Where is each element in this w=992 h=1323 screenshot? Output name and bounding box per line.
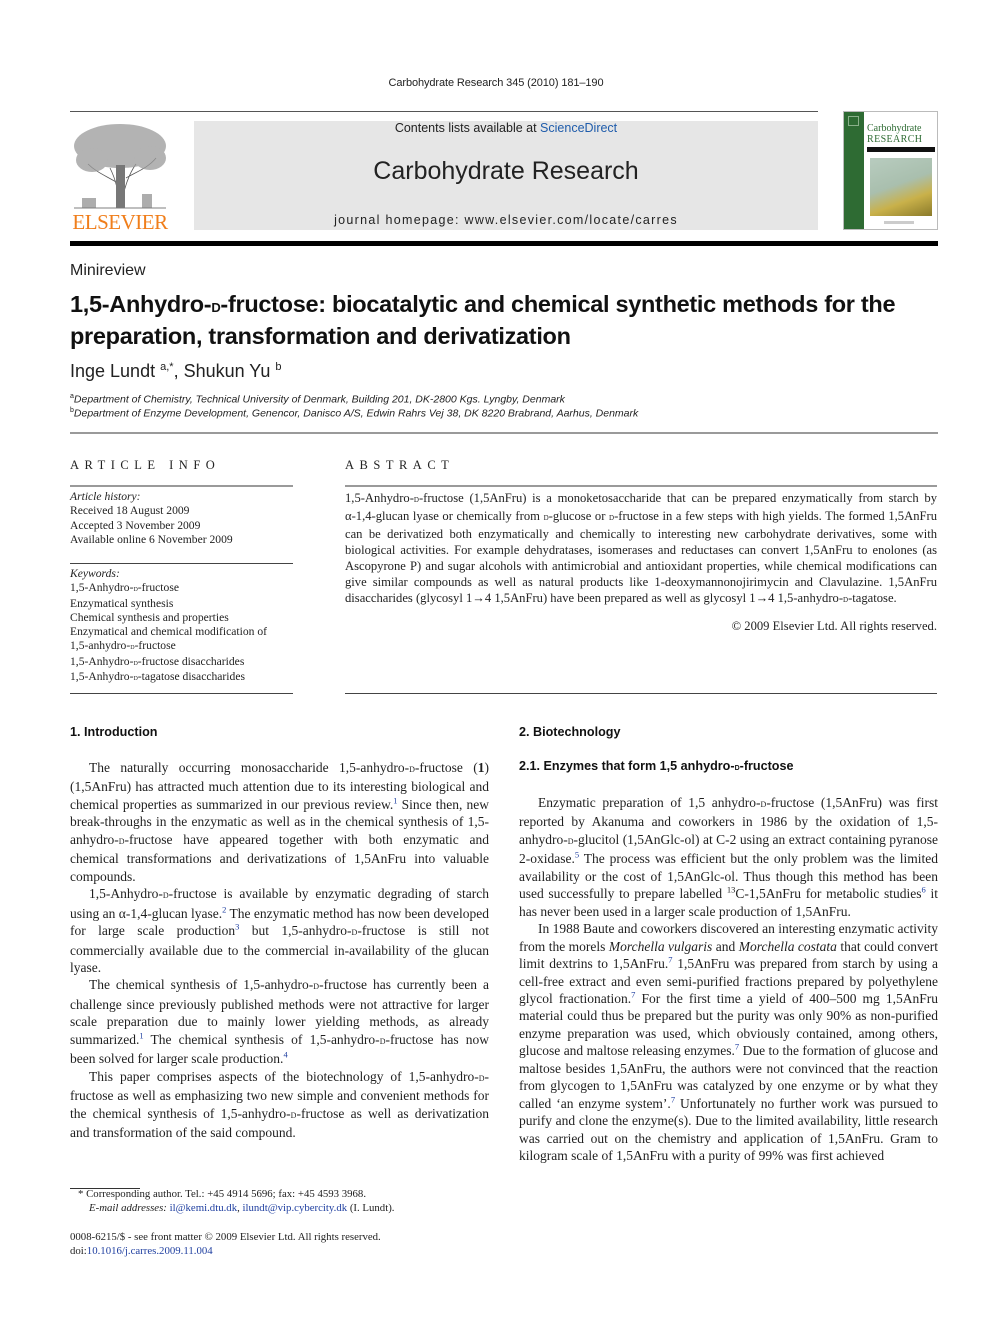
- journal-homepage-link[interactable]: journal homepage: www.elsevier.com/locat…: [194, 213, 818, 227]
- doi-link[interactable]: 10.1016/j.carres.2009.11.004: [87, 1245, 213, 1257]
- paragraph: In 1988 Baute and coworkers discovered a…: [519, 921, 939, 1164]
- elsevier-logo[interactable]: ELSEVIER: [70, 120, 170, 234]
- keyword[interactable]: Chemical synthesis and properties: [70, 611, 293, 625]
- journal-reference: Carbohydrate Research 345 (2010) 181–190: [388, 77, 604, 89]
- journal-banner: Contents lists available at ScienceDirec…: [194, 121, 818, 230]
- citation-link[interactable]: 3: [235, 922, 239, 932]
- info-rule-bottom: [70, 693, 293, 694]
- contents-line: Contents lists available at ScienceDirec…: [194, 121, 818, 135]
- cover-bar: [867, 147, 935, 152]
- citation-link[interactable]: 4: [283, 1050, 287, 1060]
- article-history: Article history: Received 18 August 2009…: [70, 490, 293, 547]
- history-label: Article history:: [70, 490, 141, 503]
- header-thick-rule: [70, 241, 938, 246]
- cover-emblem-icon: [848, 116, 859, 126]
- keyword[interactable]: 1,5-anhydro-d-fructose: [70, 639, 293, 654]
- affiliation-b: bDepartment of Enzyme Development, Genen…: [70, 407, 639, 420]
- footnote-corresponding: * Corresponding author. Tel.: +45 4914 5…: [78, 1188, 395, 1214]
- citation-link[interactable]: 6: [922, 885, 926, 895]
- affiliation-a: aDepartment of Chemistry, Technical Univ…: [70, 393, 565, 406]
- keyword[interactable]: 1,5-Anhydro-d-tagatose disaccharides: [70, 670, 293, 685]
- info-rule-mid: [70, 563, 293, 564]
- citation-link[interactable]: 1: [393, 795, 397, 805]
- cover-image: [870, 158, 932, 216]
- author-name[interactable]: Shukun Yu: [184, 361, 271, 381]
- keyword[interactable]: 1,5-Anhydro-d-fructose: [70, 581, 293, 596]
- abstract-rule-top: [345, 485, 937, 487]
- section-2-heading: 2. Biotechnology: [519, 725, 621, 739]
- citation-link[interactable]: 1: [139, 1030, 143, 1040]
- article-type: Minireview: [70, 262, 146, 279]
- citation-link[interactable]: 7: [671, 1094, 675, 1104]
- keywords: Keywords: 1,5-Anhydro-d-fructose Enzymat…: [70, 567, 293, 685]
- cover-footer: [884, 221, 914, 224]
- header-rule: [70, 111, 818, 112]
- info-rule-top: [70, 485, 293, 487]
- author-marks[interactable]: b: [275, 361, 281, 373]
- author-list: Inge Lundt a,*, Shukun Yu b: [70, 361, 282, 381]
- email-link[interactable]: ilundt@vip.cybercity.dk: [243, 1202, 348, 1214]
- sciencedirect-link[interactable]: ScienceDirect: [540, 121, 617, 135]
- abstract-heading: ABSTRACT: [345, 458, 455, 472]
- biotechnology-body: Enzymatic preparation of 1,5 anhydro-d-f…: [519, 794, 938, 1165]
- history-received: Received 18 August 2009: [70, 504, 190, 518]
- paragraph: 1,5-Anhydro-d-fructose is available by e…: [70, 886, 489, 975]
- cover-title-line2: RESEARCH: [867, 134, 923, 145]
- title-rule: [70, 432, 938, 434]
- citation-link[interactable]: 2: [222, 904, 226, 914]
- contents-prefix: Contents lists available at: [394, 121, 541, 135]
- email-link[interactable]: il@kemi.dtu.dk: [170, 1202, 238, 1214]
- introduction-body: The naturally occurring monosaccharide 1…: [70, 759, 489, 1142]
- author-marks[interactable]: a,*: [160, 361, 173, 373]
- article-title: 1,5-Anhydro-d-fructose: biocatalytic and…: [70, 291, 896, 349]
- section-1-heading: 1. Introduction: [70, 725, 158, 739]
- email-label: E-mail addresses:: [89, 1202, 170, 1214]
- cover-title-line1: Carbohydrate: [867, 123, 922, 134]
- journal-title: Carbohydrate Research: [373, 157, 639, 185]
- abstract-text: 1,5-Anhydro-d-fructose (1,5AnFru) is a m…: [345, 491, 937, 605]
- elsevier-wordmark: ELSEVIER: [72, 210, 168, 234]
- citation-link[interactable]: 7: [735, 1042, 739, 1052]
- paragraph: The naturally occurring monosaccharide 1…: [70, 760, 490, 884]
- section-2-1-heading: 2.1. Enzymes that form 1,5 anhydro-d-fru…: [519, 759, 794, 773]
- article-info-heading: ARTICLE INFO: [70, 458, 221, 472]
- keywords-label: Keywords:: [70, 567, 120, 580]
- isotope-superscript: 13: [726, 884, 736, 895]
- elsevier-tree-icon: [74, 124, 166, 209]
- keyword[interactable]: Enzymatical and chemical modification of: [70, 625, 293, 639]
- journal-cover-thumbnail[interactable]: Carbohydrate RESEARCH: [843, 111, 938, 230]
- keyword[interactable]: 1,5-Anhydro-d-fructose disaccharides: [70, 655, 293, 670]
- keyword[interactable]: Enzymatical synthesis: [70, 597, 293, 611]
- history-accepted: Accepted 3 November 2009: [70, 518, 201, 532]
- abstract-rule-bottom: [345, 693, 937, 694]
- author-name[interactable]: Inge Lundt: [70, 361, 155, 381]
- citation-link[interactable]: 7: [631, 989, 635, 999]
- history-online: Available online 6 November 2009: [70, 532, 233, 546]
- citation-link[interactable]: 5: [575, 850, 579, 860]
- paragraph: Enzymatic preparation of 1,5 anhydro-d-f…: [519, 795, 939, 919]
- cover-spine: [844, 112, 864, 229]
- front-matter-note: 0008-6215/$ - see front matter © 2009 El…: [70, 1230, 490, 1258]
- issn-line: 0008-6215/$ - see front matter © 2009 El…: [70, 1231, 381, 1243]
- citation-link[interactable]: 7: [668, 955, 672, 965]
- paragraph: This paper comprises aspects of the biot…: [70, 1068, 489, 1141]
- paragraph: The chemical synthesis of 1,5-anhydro-d-…: [70, 977, 489, 1067]
- abstract-copyright: © 2009 Elsevier Ltd. All rights reserved…: [731, 619, 937, 633]
